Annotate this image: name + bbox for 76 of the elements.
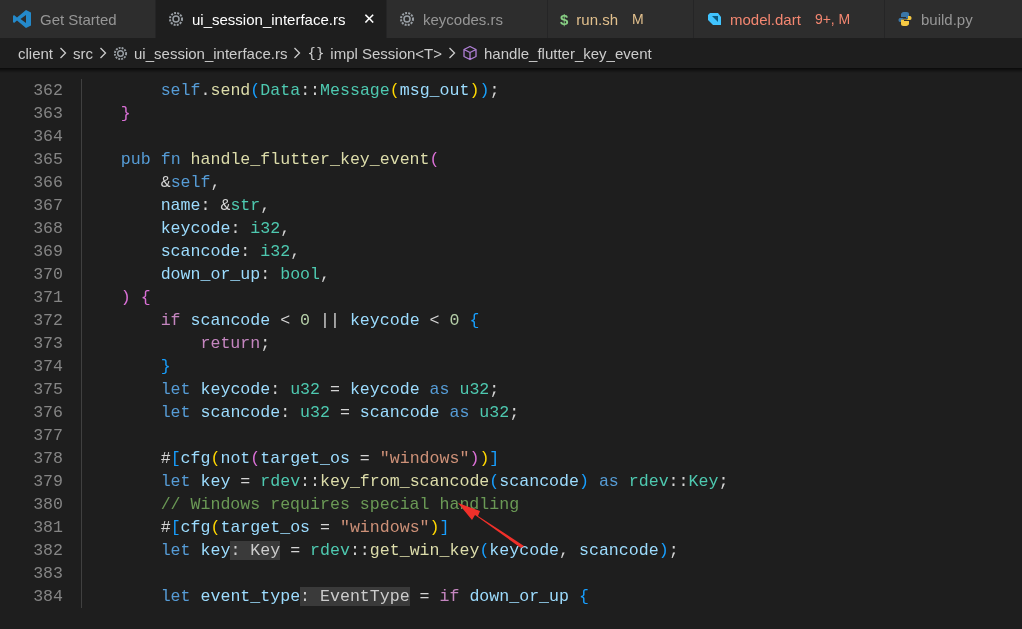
code-line: ) { [119, 287, 151, 309]
code-line: } [159, 356, 171, 378]
code-line: let key: Key = rdev::get_win_key(keycode, scancode); [159, 540, 679, 562]
tab-label: run.sh [576, 10, 619, 28]
line-number: 368 [32, 219, 63, 238]
gear-icon [113, 45, 129, 61]
line-number: 374 [32, 357, 63, 376]
line-number: 367 [32, 196, 63, 215]
code-line: let key = rdev::key_from_scancode(scancode) as rdev::Key; [159, 471, 729, 493]
line-number: 384 [32, 587, 63, 606]
editor-tab[interactable]: build.py [885, 0, 1022, 38]
chevron-icon [448, 47, 457, 59]
breadcrumb-item[interactable]: src [73, 44, 94, 62]
tab-label: Get Started [40, 10, 117, 28]
code-line: &self, [159, 172, 221, 194]
breadcrumb-item[interactable]: client [18, 44, 54, 62]
code-line: let keycode: u32 = keycode as u32; [159, 379, 500, 401]
code-line: } [119, 103, 131, 125]
line-number: 380 [32, 495, 63, 514]
line-number: 369 [32, 242, 63, 261]
code-line: scancode: i32, [159, 241, 301, 263]
line-number: 377 [32, 426, 63, 445]
chevron-icon [99, 47, 108, 59]
code-line: let event_type: EventType = if down_or_up { [159, 586, 589, 608]
dart-icon [706, 11, 722, 27]
python-icon [897, 11, 913, 27]
line-number: 376 [32, 403, 63, 422]
line-number: 362 [32, 81, 63, 100]
code-line: let scancode: u32 = scancode as u32; [159, 402, 520, 424]
editor-tab[interactable]: keycodes.rs [387, 0, 548, 38]
code-line: return; [199, 333, 271, 355]
line-number: 371 [32, 288, 63, 307]
line-number: 379 [32, 472, 63, 491]
code-line: // Windows requires special handling [159, 494, 520, 516]
close-button[interactable]: ✕ [361, 10, 379, 28]
code-line: #[cfg(target_os = "windows")] [159, 517, 450, 539]
editor-tab[interactable]: model.dart 9+, M [694, 0, 885, 38]
line-number: 381 [32, 518, 63, 537]
line-number: 370 [32, 265, 63, 284]
line-number: 372 [32, 311, 63, 330]
code-line: if scancode < 0 || keycode < 0 { [159, 310, 480, 332]
code-line: #[cfg(not(target_os = "windows"))] [159, 448, 500, 470]
tab-label: build.py [921, 10, 973, 28]
breadcrumb-item[interactable]: ui_session_interface.rs [134, 44, 288, 62]
chevron-icon [59, 47, 68, 59]
code-line: name: &str, [159, 195, 271, 217]
breadcrumb-item[interactable]: impl Session<T> [330, 44, 443, 62]
editor-tab[interactable]: Get Started [0, 0, 156, 38]
tab-label: keycodes.rs [423, 10, 504, 28]
braces-icon: {} [307, 45, 325, 61]
editor-tab[interactable]: ui_session_interface.rs ✕ [156, 0, 387, 38]
gear-icon [168, 11, 184, 27]
code-line: self.send(Data::Message(msg_out)); [159, 80, 500, 102]
line-number: 383 [32, 564, 63, 583]
line-number: 382 [32, 541, 63, 560]
tab-label: model.dart [730, 10, 801, 28]
code-line: keycode: i32, [159, 218, 291, 240]
editor-tab[interactable]: $ run.sh M [548, 0, 694, 38]
line-number: 364 [32, 127, 63, 146]
cube-icon [462, 45, 479, 61]
line-number: 365 [32, 150, 63, 169]
line-number: 375 [32, 380, 63, 399]
vscode-logo-icon [12, 9, 32, 29]
chevron-icon [293, 47, 302, 59]
dollar-icon: $ [560, 10, 569, 28]
line-number: 373 [32, 334, 63, 353]
code-line: down_or_up: bool, [159, 264, 330, 286]
line-number: 378 [32, 449, 63, 468]
gear-icon [399, 11, 415, 27]
line-number: 366 [32, 173, 63, 192]
code-line: pub fn handle_flutter_key_event( [119, 149, 440, 171]
tab-status: M [632, 11, 644, 27]
tab-status: 9+, M [814, 11, 851, 27]
line-number: 363 [32, 104, 63, 123]
breadcrumb-item[interactable]: handle_flutter_key_event [484, 44, 652, 62]
tab-label: ui_session_interface.rs [192, 10, 346, 28]
